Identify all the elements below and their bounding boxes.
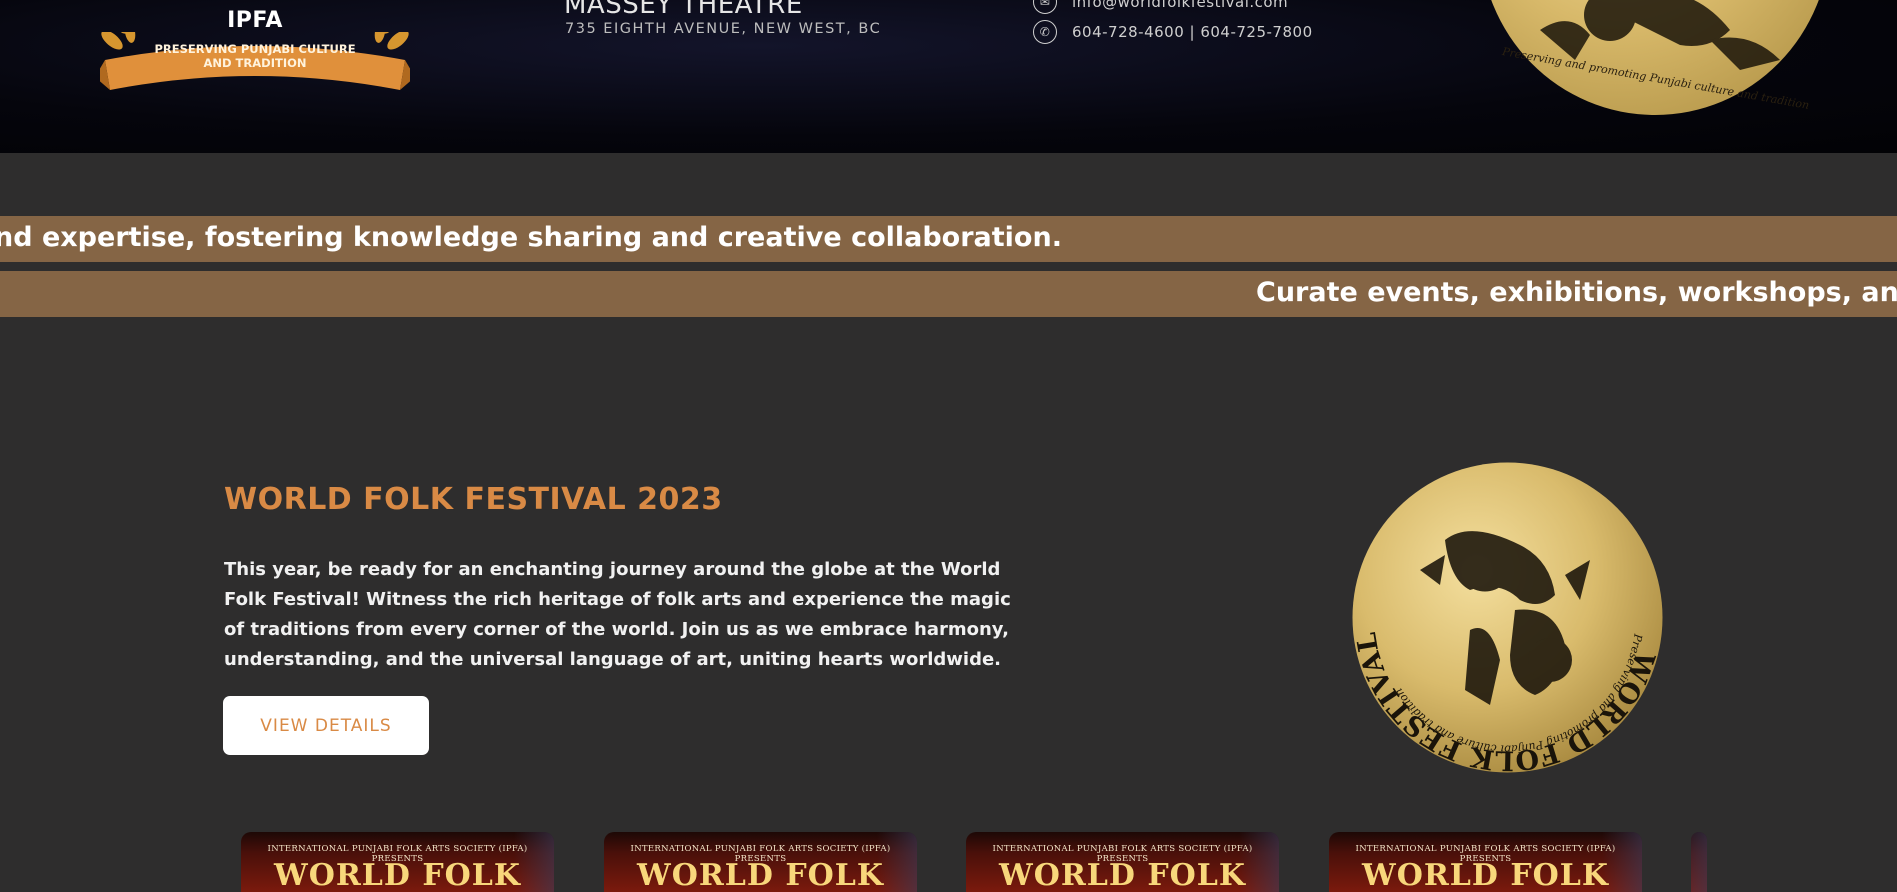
logo-tagline: PRESERVING PUNJABI CULTURE AND TRADITION — [90, 42, 420, 70]
poster-carousel: INTERNATIONAL PUNJABI FOLK ARTS SOCIETY … — [0, 832, 1897, 892]
venue-address: 735 EIGHTH AVENUE, NEW WEST, BC — [565, 21, 882, 37]
contact-email-text: info@worldfolkfestival.com — [1072, 0, 1289, 11]
feature-description: This year, be ready for an enchanting jo… — [224, 559, 1011, 670]
poster-card[interactable]: INTERNATIONAL PUNJABI FOLK ARTS SOCIETY … — [1329, 832, 1642, 892]
poster-title: WORLD FOLK — [637, 858, 884, 892]
envelope-icon: ✉ — [1033, 0, 1057, 14]
poster-card-partial[interactable] — [1691, 832, 1707, 892]
marquee-text-1: nd expertise, fostering knowledge sharin… — [0, 222, 1062, 253]
poster-card[interactable]: INTERNATIONAL PUNJABI FOLK ARTS SOCIETY … — [966, 832, 1279, 892]
logo-tagline-line2: AND TRADITION — [203, 56, 307, 70]
view-details-button[interactable]: VIEW DETAILS — [223, 696, 429, 755]
site-header: IPFA PRESERVING PUNJABI CULTURE AND TRAD… — [0, 0, 1897, 153]
marquee-text-2: Curate events, exhibitions, workshops, a… — [1256, 277, 1897, 308]
contact-phone-text: 604-728-4600 | 604-725-7800 — [1072, 23, 1313, 41]
poster-card[interactable]: INTERNATIONAL PUNJABI FOLK ARTS SOCIETY … — [241, 832, 554, 892]
poster-title: WORLD FOLK — [1362, 858, 1609, 892]
contact-phone[interactable]: ✆ 604-728-4600 | 604-725-7800 — [1033, 20, 1313, 44]
phone-icon: ✆ — [1033, 20, 1057, 44]
world-folk-festival-badge[interactable]: WORLD FOLK FESTIVAL Preserving and promo… — [1350, 460, 1665, 775]
marquee-band-1: nd expertise, fostering knowledge sharin… — [0, 216, 1897, 262]
venue-title: MASSEY THEATRE — [564, 0, 803, 20]
feature-title: WORLD FOLK FESTIVAL 2023 — [224, 482, 723, 517]
ipfa-logo[interactable]: IPFA PRESERVING PUNJABI CULTURE AND TRAD… — [90, 0, 420, 110]
contact-email[interactable]: ✉ info@worldfolkfestival.com — [1033, 0, 1288, 14]
marquee-band-2: Curate events, exhibitions, workshops, a… — [0, 271, 1897, 317]
poster-card[interactable]: INTERNATIONAL PUNJABI FOLK ARTS SOCIETY … — [604, 832, 917, 892]
poster-title: WORLD FOLK — [274, 858, 521, 892]
logo-tagline-line1: PRESERVING PUNJABI CULTURE — [154, 42, 356, 56]
ipfa-logo-text: IPFA — [227, 8, 283, 33]
poster-title: WORLD FOLK — [999, 858, 1246, 892]
